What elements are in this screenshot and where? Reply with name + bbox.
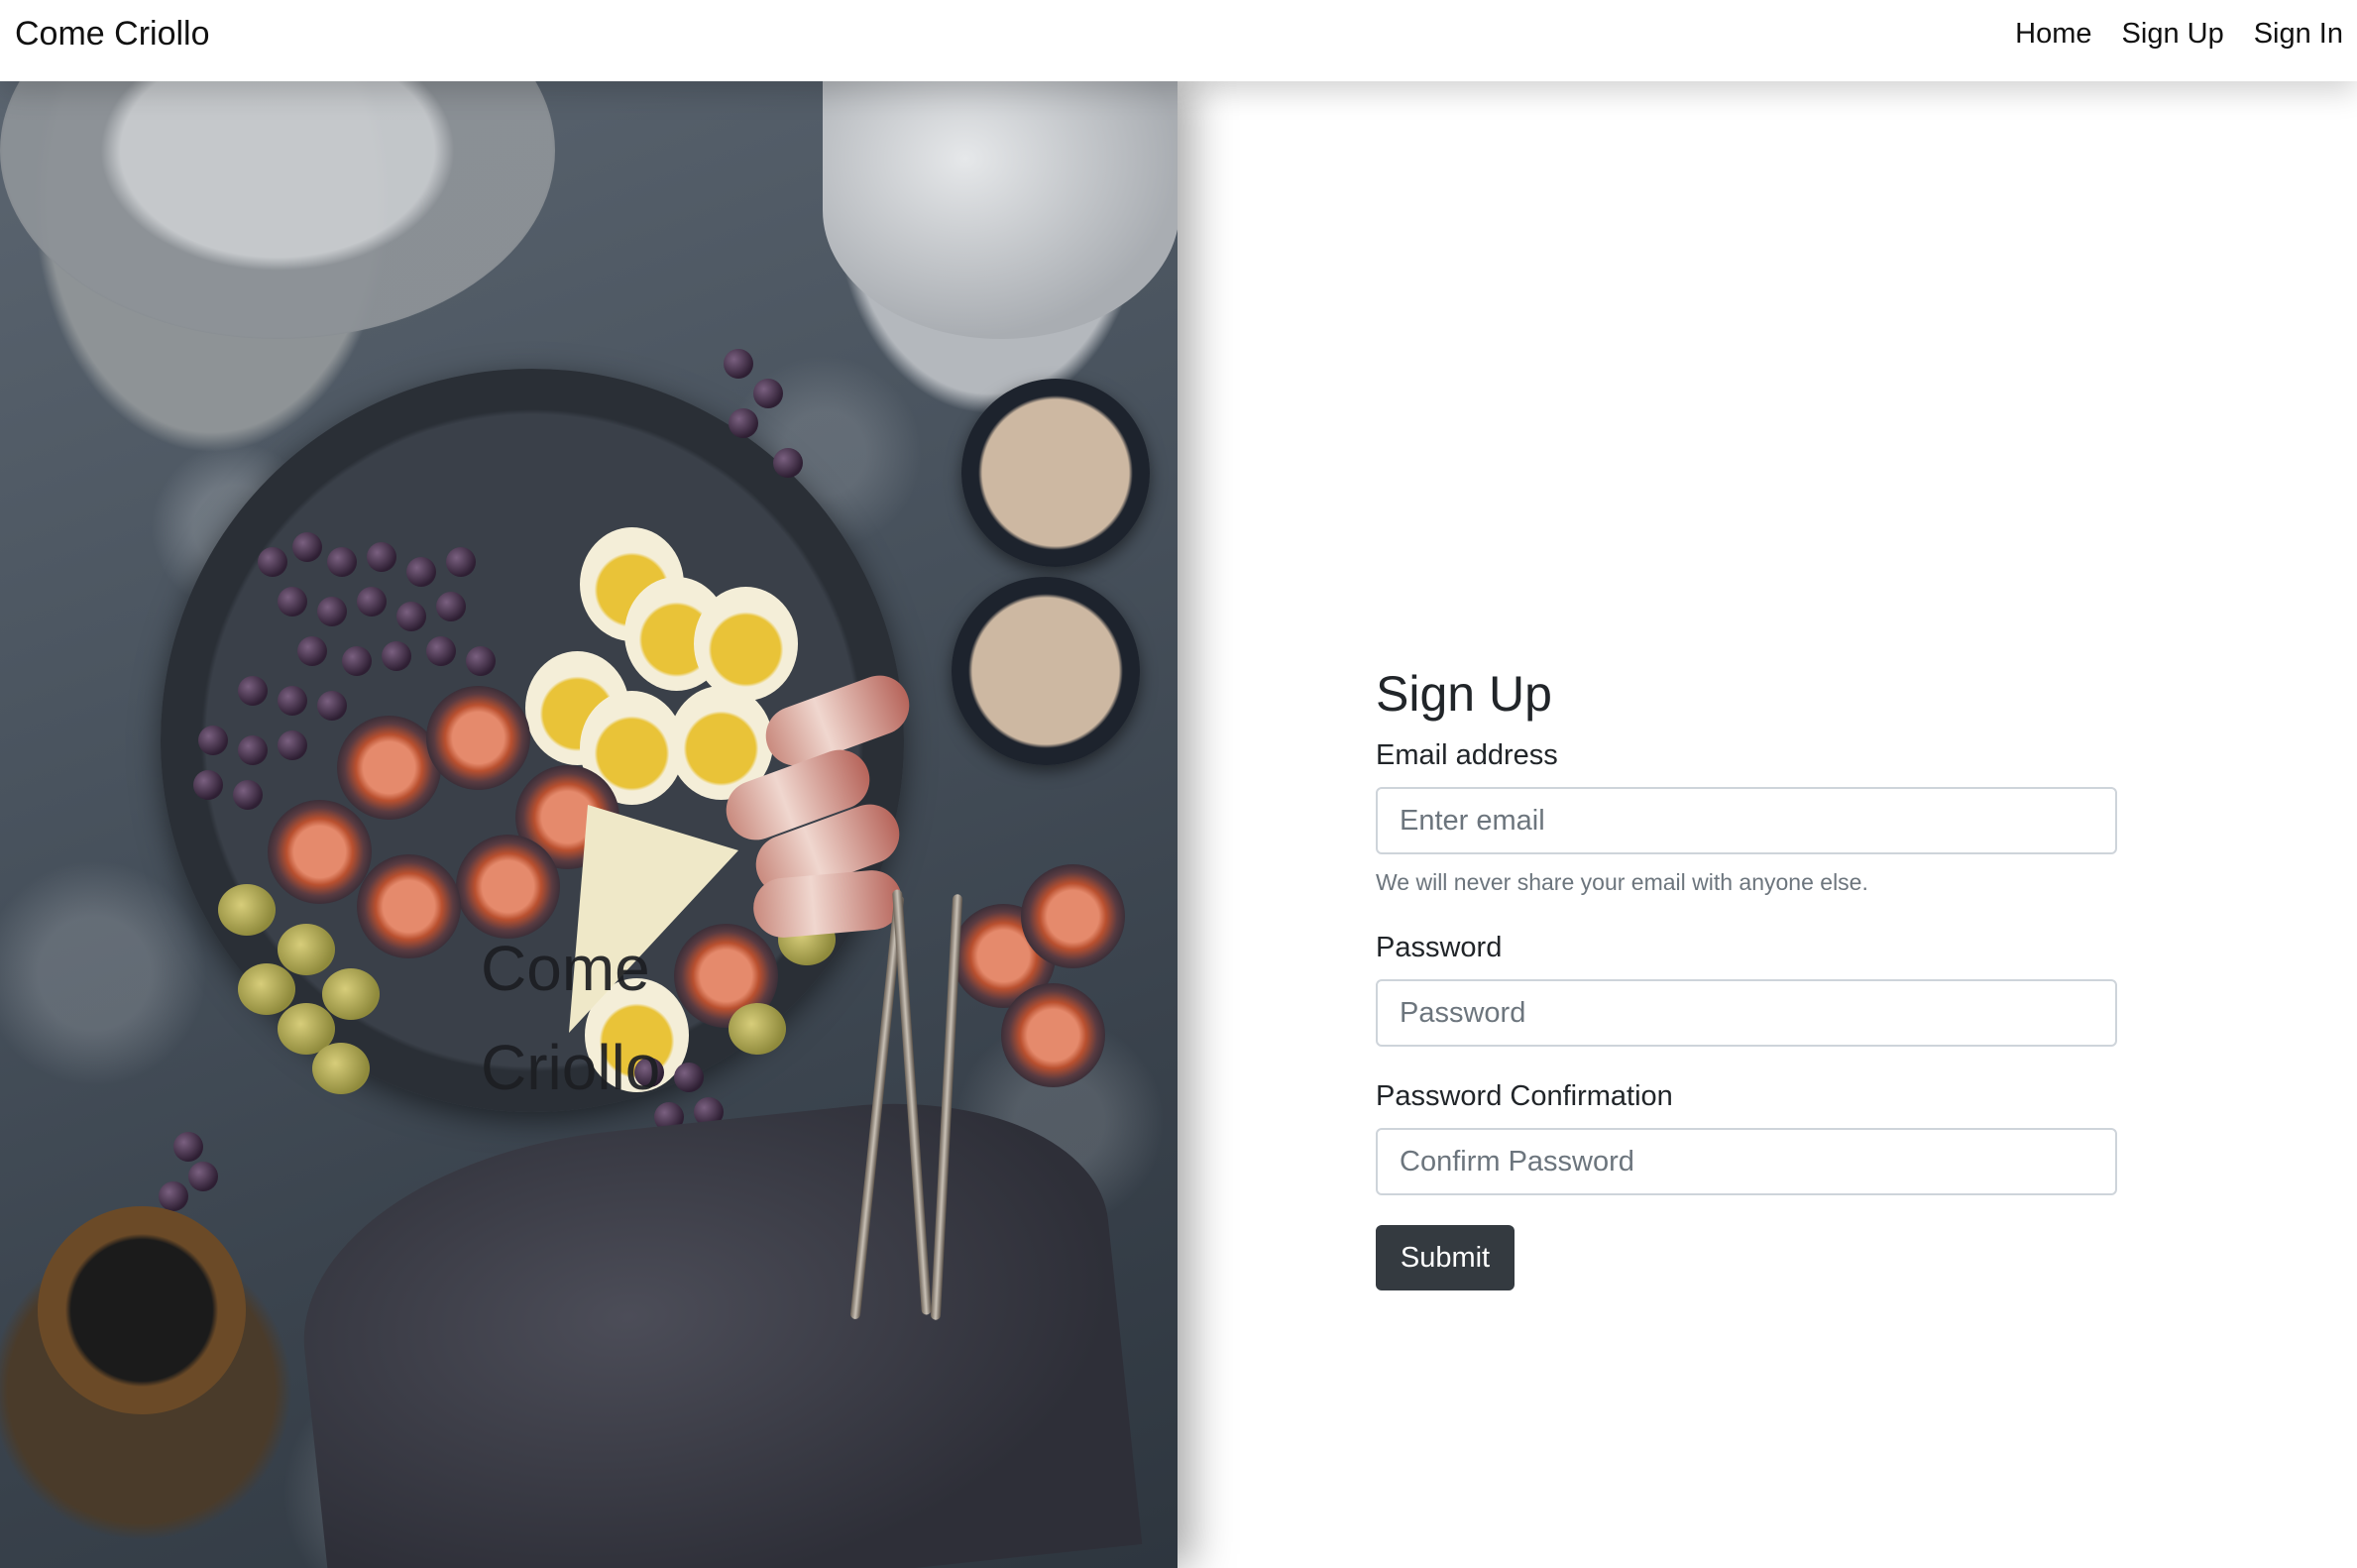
fig xyxy=(1021,864,1125,968)
navbar: Come Criollo Home Sign Up Sign In xyxy=(0,0,2357,81)
password-confirmation-input[interactable] xyxy=(1376,1128,2117,1195)
password-input[interactable] xyxy=(1376,979,2117,1047)
grape xyxy=(173,1132,203,1162)
hero-title: Come Criollo xyxy=(481,919,738,1117)
grape xyxy=(729,408,758,438)
grape xyxy=(773,448,803,478)
grape xyxy=(382,641,411,671)
grape xyxy=(396,602,426,631)
egg-slice xyxy=(694,587,798,701)
grape xyxy=(159,1181,188,1211)
olive xyxy=(238,963,295,1015)
grape xyxy=(292,532,322,562)
grape xyxy=(327,547,357,577)
grape xyxy=(357,587,387,616)
coffee-cup xyxy=(952,577,1140,765)
grape xyxy=(406,557,436,587)
submit-button[interactable]: Submit xyxy=(1376,1225,1515,1290)
grape xyxy=(342,646,372,676)
grape xyxy=(238,676,268,706)
olive xyxy=(218,884,276,936)
hero-food-image: Come Criollo xyxy=(0,81,1178,1568)
grape xyxy=(724,349,753,379)
grape xyxy=(317,597,347,626)
nav-sign-in-link[interactable]: Sign In xyxy=(2254,14,2343,54)
grape xyxy=(188,1162,218,1191)
grape xyxy=(198,726,228,755)
grape xyxy=(367,542,396,572)
nav-home-link[interactable]: Home xyxy=(2015,14,2091,54)
grape xyxy=(278,730,307,760)
sign-up-form: Sign Up Email address We will never shar… xyxy=(1376,664,2117,1290)
nav-links: Home Sign Up Sign In xyxy=(2015,14,2343,54)
fig-half xyxy=(268,800,372,904)
password-confirmation-label: Password Confirmation xyxy=(1376,1080,1673,1112)
password-confirmation-group: Password Confirmation xyxy=(1376,1076,2117,1195)
grape xyxy=(317,691,347,721)
email-help-text: We will never share your email with anyo… xyxy=(1376,869,1868,895)
grape xyxy=(466,646,496,676)
milk-jug xyxy=(823,81,1178,339)
hero-title-line: Criollo xyxy=(481,1032,661,1103)
fig-half xyxy=(1001,983,1105,1087)
fig-half xyxy=(337,716,441,820)
email-input[interactable] xyxy=(1376,787,2117,854)
hero-title-line: Come xyxy=(481,933,650,1004)
pepper-bowl xyxy=(38,1206,246,1414)
grape xyxy=(238,735,268,765)
grape xyxy=(193,770,223,800)
password-label: Password xyxy=(1376,932,1503,963)
grape xyxy=(278,686,307,716)
grape xyxy=(258,547,287,577)
grape xyxy=(297,636,327,666)
olive xyxy=(312,1043,370,1094)
fig-half xyxy=(426,686,530,790)
olive xyxy=(322,968,380,1020)
password-group: Password xyxy=(1376,928,2117,1047)
coffee-cup xyxy=(961,379,1150,567)
email-group: Email address We will never share your e… xyxy=(1376,735,2117,898)
grape xyxy=(233,780,263,810)
olive xyxy=(278,924,335,975)
grape xyxy=(446,547,476,577)
fig-half xyxy=(357,854,461,958)
nav-sign-up-link[interactable]: Sign Up xyxy=(2122,14,2224,54)
grape xyxy=(426,636,456,666)
brand-link[interactable]: Come Criollo xyxy=(15,12,210,56)
email-label: Email address xyxy=(1376,739,1558,771)
form-title: Sign Up xyxy=(1376,666,1552,722)
grape xyxy=(436,592,466,621)
grape xyxy=(753,379,783,408)
grape xyxy=(278,587,307,616)
